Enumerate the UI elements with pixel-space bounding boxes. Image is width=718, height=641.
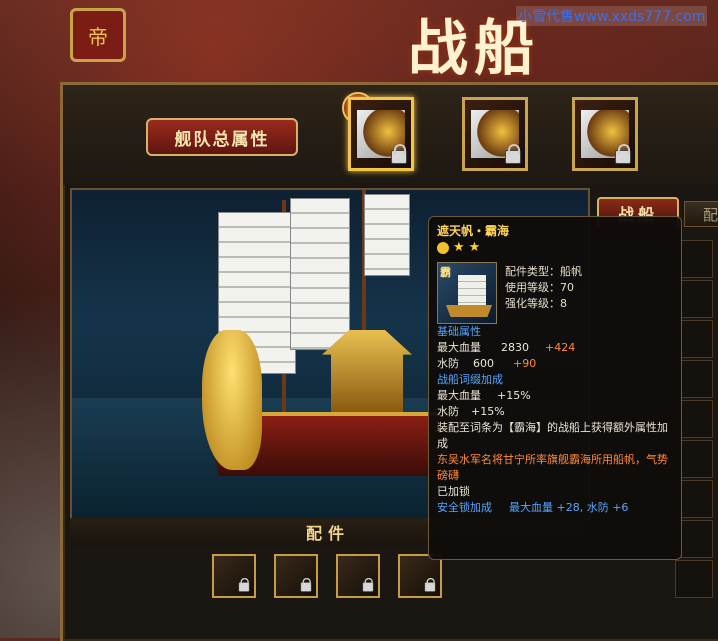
lore-text: 东吴水军名将甘宁所率旗舰霸海所用船帆，气势磅礴 <box>437 453 668 482</box>
sail <box>364 194 410 276</box>
fleet-total-attributes-button[interactable]: 舰队总属性 <box>146 118 298 156</box>
lock-icon <box>238 577 250 592</box>
item-tooltip: 遮天帆・霸海 ★ ★ 霸 配件类型：船帆 使用等级：70 强化等级：8 基础属性… <box>428 216 682 560</box>
emperor-emblem-icon: 帝 <box>70 8 126 62</box>
part-slot-1[interactable] <box>212 554 256 598</box>
bonus-condition-text: 装配至词条为【霸海】的战船上获得额外属性加成 <box>437 421 668 450</box>
sail <box>290 198 350 350</box>
item-type: 配件类型：船帆 <box>505 265 582 278</box>
ship-slot-3[interactable] <box>572 97 638 171</box>
sail-item-icon: 霸 <box>437 262 497 324</box>
part-slot-2[interactable] <box>274 554 318 598</box>
star-icon: ★ <box>468 240 481 255</box>
item-enhance: 强化等级：8 <box>505 297 567 310</box>
lock-icon <box>505 144 521 164</box>
ship-slot-2[interactable] <box>462 97 528 171</box>
dragon-figurehead <box>202 330 262 470</box>
base-attr-header: 基础属性 <box>437 325 481 338</box>
base-attr-row: 最大血量 2830 +424 <box>437 341 576 354</box>
star-icon: ★ <box>453 240 465 255</box>
item-stars: ★ ★ <box>437 241 673 254</box>
ship-slot-1[interactable] <box>348 97 414 171</box>
tab-parts[interactable]: 配 <box>684 201 718 227</box>
lock-icon <box>300 577 312 592</box>
inventory-slot[interactable] <box>675 560 713 598</box>
part-slot-4[interactable] <box>398 554 442 598</box>
quality-icon <box>437 241 449 254</box>
lock-icon <box>615 144 631 164</box>
part-slot-3[interactable] <box>336 554 380 598</box>
base-attr-row: 水防 600 +90 <box>437 357 537 370</box>
affix-attr-row: 水防 +15% <box>437 405 505 418</box>
item-name: 遮天帆・霸海 <box>437 224 510 238</box>
locked-status: 已加锁 <box>437 485 470 498</box>
watermark-text: 小雪代售www.xxds777.com <box>516 6 708 26</box>
lock-icon <box>362 577 374 592</box>
affix-attr-header: 战船词缀加成 <box>437 373 503 386</box>
affix-attr-row: 最大血量 +15% <box>437 389 531 402</box>
item-level: 使用等级：70 <box>505 281 574 294</box>
lock-icon <box>391 144 407 164</box>
lock-icon <box>424 577 436 592</box>
safety-lock-bonus: 安全锁加成 最大血量 +28, 水防 +6 <box>437 501 629 514</box>
